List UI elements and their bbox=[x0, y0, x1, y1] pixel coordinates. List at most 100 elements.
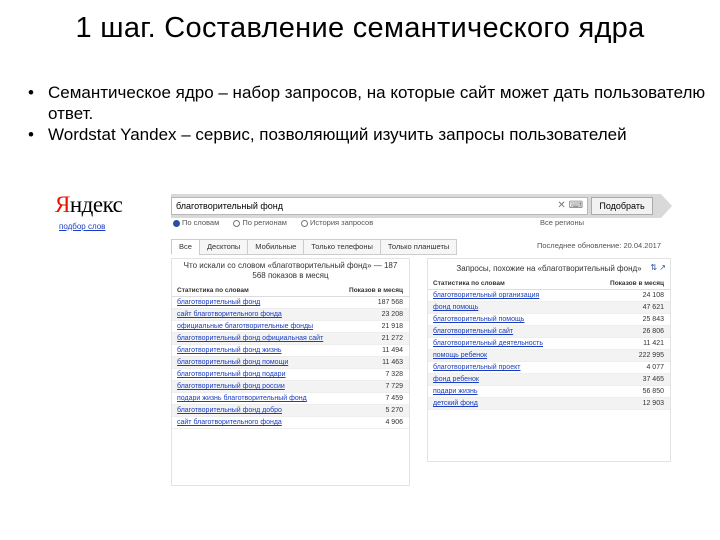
query-link[interactable]: фонд ребенок bbox=[433, 375, 479, 384]
query-link[interactable]: благотворительный фонд россии bbox=[177, 382, 285, 391]
tab-tablets[interactable]: Только планшеты bbox=[379, 239, 458, 255]
table-row: благотворительный проект 4 077 bbox=[428, 362, 670, 374]
query-count: 7 729 bbox=[385, 383, 403, 390]
search-input[interactable]: благотворительный фонд ✕ ⌨ bbox=[171, 197, 588, 215]
table-row: благотворительный фонд подари 7 328 bbox=[172, 369, 409, 381]
expand-icon[interactable]: ↗ bbox=[659, 263, 666, 272]
all-regions-link[interactable]: Все регионы bbox=[540, 218, 584, 227]
radio-by-words[interactable]: По словам bbox=[173, 218, 219, 227]
query-count: 21 918 bbox=[381, 323, 403, 330]
query-link[interactable]: подари жизнь bbox=[433, 387, 478, 396]
query-link[interactable]: фонд помощь bbox=[433, 303, 478, 312]
table-row: фонд помощь 47 621 bbox=[428, 302, 670, 314]
query-link[interactable]: сайт благотворительного фонда bbox=[177, 310, 282, 319]
query-count: 4 906 bbox=[385, 419, 403, 426]
query-link[interactable]: подари жизнь благотворительный фонд bbox=[177, 394, 307, 403]
table-row: благотворительный фонд 187 568 bbox=[172, 297, 409, 309]
table-row: помощь ребенок 222 995 bbox=[428, 350, 670, 362]
right-column-header: Статистика по словам Показов в месяц bbox=[428, 278, 670, 290]
table-row: благотворительный помощь 25 843 bbox=[428, 314, 670, 326]
bullet-item: • Wordstat Yandex – сервис, позволяющий … bbox=[28, 124, 708, 145]
query-count: 47 621 bbox=[642, 304, 664, 311]
query-link[interactable]: благотворительный фонд подари bbox=[177, 370, 285, 379]
query-count: 25 843 bbox=[642, 316, 664, 323]
table-row: благотворительный фонд добро 5 270 bbox=[172, 405, 409, 417]
query-count: 56 850 bbox=[642, 388, 664, 395]
logo-rest: ндекс bbox=[69, 192, 123, 217]
bullet-text: Семантическое ядро – набор запросов, на … bbox=[48, 83, 706, 123]
query-count: 26 806 bbox=[642, 328, 664, 335]
table-row: сайт благотворительного фонда 4 906 bbox=[172, 417, 409, 429]
tab-mobile[interactable]: Мобильные bbox=[247, 239, 305, 255]
radio-mark-icon bbox=[233, 219, 241, 227]
table-row: благотворительный фонд россии 7 729 bbox=[172, 381, 409, 393]
keyboard-icon[interactable]: ⌨ bbox=[569, 200, 583, 211]
clear-icon[interactable]: ✕ bbox=[557, 200, 565, 211]
search-input-value: благотворительный фонд bbox=[176, 201, 284, 211]
table-row: благотворительный деятельность 11 421 bbox=[428, 338, 670, 350]
query-count: 11 494 bbox=[382, 347, 403, 354]
logo-subtitle-link[interactable]: подбор слов bbox=[59, 222, 105, 231]
table-row: сайт благотворительного фонда 23 208 bbox=[172, 309, 409, 321]
bullet-item: • Семантическое ядро – набор запросов, н… bbox=[28, 82, 708, 124]
query-link[interactable]: благотворительный фонд добро bbox=[177, 406, 282, 415]
query-count: 37 465 bbox=[642, 376, 664, 383]
tab-phones[interactable]: Только телефоны bbox=[303, 239, 381, 255]
query-link[interactable]: благотворительный фонд bbox=[177, 298, 260, 307]
radio-by-regions[interactable]: По регионам bbox=[233, 218, 287, 227]
right-rows: благотворительный организация 24 108 фонд … bbox=[428, 290, 670, 410]
query-link[interactable]: благотворительный организация bbox=[433, 291, 539, 300]
query-link[interactable]: благотворительный фонд жизнь bbox=[177, 346, 282, 355]
bullet-dot: • bbox=[28, 125, 34, 144]
table-row: официальные благотворительные фонды 21 91… bbox=[172, 321, 409, 333]
bullet-list: • Семантическое ядро – набор запросов, н… bbox=[28, 82, 708, 145]
table-row: подари жизнь благотворительный фонд 7 459 bbox=[172, 393, 409, 405]
query-count: 21 272 bbox=[381, 335, 403, 342]
left-column-header: Статистика по словам Показов в месяц bbox=[172, 285, 409, 297]
query-count: 7 328 bbox=[385, 371, 403, 378]
query-link[interactable]: благотворительный фонд официальная сайт bbox=[177, 334, 323, 343]
right-panel-title: Запросы, похожие на «благотворительный ф… bbox=[456, 264, 642, 273]
query-count: 187 568 bbox=[377, 299, 403, 306]
table-row: фонд ребенок 37 465 bbox=[428, 374, 670, 386]
table-row: благотворительный фонд жизнь 11 494 bbox=[172, 345, 409, 357]
query-link[interactable]: благотворительный сайт bbox=[433, 327, 513, 336]
radio-mark-icon bbox=[173, 219, 180, 227]
tab-desktop[interactable]: Десктопы bbox=[198, 239, 249, 255]
query-link[interactable]: благотворительный проект bbox=[433, 363, 520, 372]
logo-first-letter: Я bbox=[55, 192, 70, 217]
query-count: 4 077 bbox=[646, 364, 664, 371]
query-link[interactable]: благотворительный помощь bbox=[433, 315, 524, 324]
arrows-icon[interactable]: ⇅ bbox=[650, 263, 657, 272]
query-count: 23 208 bbox=[381, 311, 403, 318]
table-row: детский фонд 12 903 bbox=[428, 398, 670, 410]
table-row: благотворительный фонд официальная сайт 2… bbox=[172, 333, 409, 345]
table-row: подари жизнь 56 850 bbox=[428, 386, 670, 398]
table-row: благотворительный организация 24 108 bbox=[428, 290, 670, 302]
tab-all[interactable]: Все bbox=[171, 239, 200, 255]
slide-title: 1 шаг. Составление семантического ядра bbox=[75, 12, 645, 44]
query-count: 24 108 bbox=[642, 292, 664, 299]
table-row: благотворительный фонд помощи 11 463 bbox=[172, 357, 409, 369]
query-count: 11 463 bbox=[382, 359, 403, 366]
query-link[interactable]: помощь ребенок bbox=[433, 351, 487, 360]
bullet-text: Wordstat Yandex – сервис, позволяющий из… bbox=[48, 125, 627, 144]
query-link[interactable]: официальные благотворительные фонды bbox=[177, 322, 313, 331]
query-count: 5 270 bbox=[385, 407, 403, 414]
results-panel-left: Что искали со словом «благотворительный … bbox=[171, 258, 410, 486]
search-button[interactable]: Подобрать bbox=[591, 197, 653, 215]
query-count: 11 421 bbox=[643, 340, 664, 347]
query-link[interactable]: благотворительный деятельность bbox=[433, 339, 543, 348]
query-link[interactable]: благотворительный фонд помощи bbox=[177, 358, 288, 367]
radio-history[interactable]: История запросов bbox=[301, 218, 373, 227]
left-rows: благотворительный фонд 187 568 сайт благот… bbox=[172, 297, 409, 429]
results-panel-right: ⇅ ↗ Запросы, похожие на «благотворительн… bbox=[427, 258, 671, 462]
query-link[interactable]: детский фонд bbox=[433, 399, 478, 408]
table-row: благотворительный сайт 26 806 bbox=[428, 326, 670, 338]
yandex-logo[interactable]: Яндекс подбор слов bbox=[55, 192, 123, 231]
query-count: 12 903 bbox=[642, 400, 664, 407]
wordstat-screenshot: Яндекс подбор слов благотворительный фон… bbox=[55, 188, 672, 488]
last-updated: Последнее обновление: 20.04.2017 bbox=[537, 241, 661, 250]
query-count: 222 995 bbox=[638, 352, 664, 359]
query-link[interactable]: сайт благотворительного фонда bbox=[177, 418, 282, 427]
